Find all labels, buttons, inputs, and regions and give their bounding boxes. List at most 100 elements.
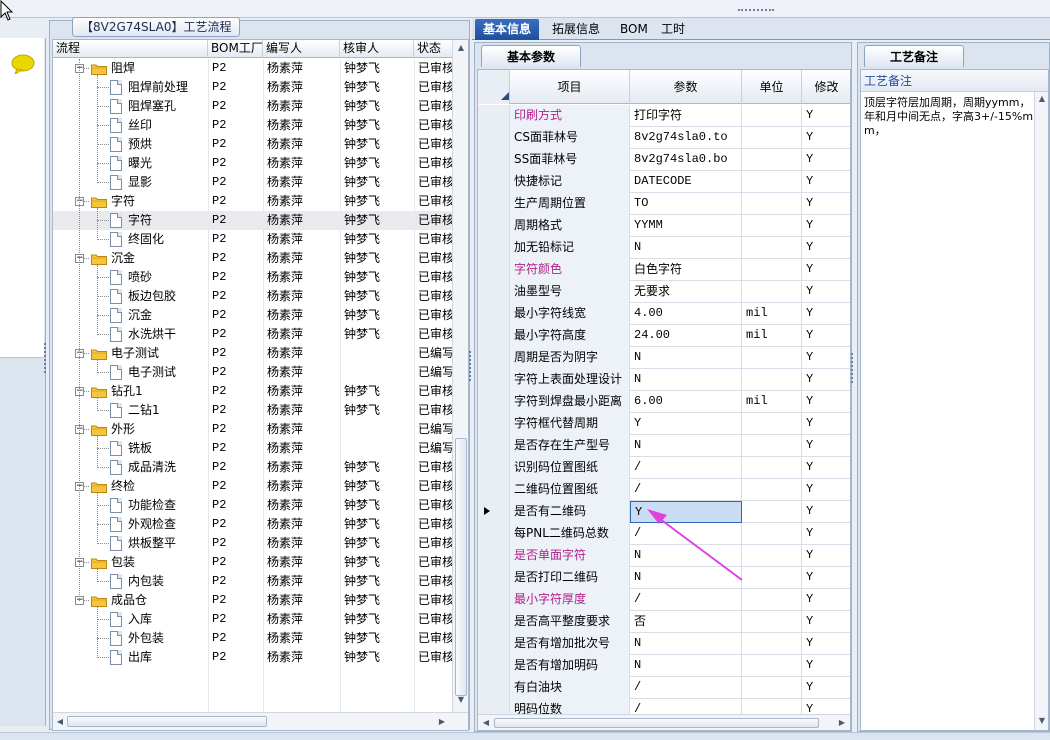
row-indicator[interactable] [478,105,510,127]
param-row[interactable]: 明码位数 / Y [478,699,850,715]
col-header-flow[interactable]: 流程 [53,40,208,58]
param-row[interactable]: 识别码位置图纸 / Y [478,457,850,479]
param-value-cell[interactable]: / [630,677,742,699]
tree-item-row[interactable]: 铣板 P2 杨素萍 已编写 [53,439,453,458]
tab-basic-info[interactable]: 基本信息 [475,19,540,40]
params-splitter-grip[interactable] [851,353,854,383]
tree-item-row[interactable]: 成品清洗 P2 杨素萍 钟梦飞 已审核 [53,458,453,477]
row-indicator[interactable] [478,259,510,281]
param-modify-cell[interactable]: Y [802,347,850,369]
col-header-status[interactable]: 状态 [414,40,453,58]
param-row[interactable]: 加无铅标记 N Y [478,237,850,259]
param-modify-cell[interactable]: Y [802,699,850,715]
col-header-writer[interactable]: 编写人 [263,40,340,58]
tree-item-row[interactable]: 终固化 P2 杨素萍 钟梦飞 已审核 [53,230,453,249]
param-value-cell[interactable]: Y [630,501,742,523]
process-splitter-grip[interactable] [469,351,472,381]
param-value-cell[interactable]: / [630,699,742,715]
tree-item-row[interactable]: 水洗烘干 P2 杨素萍 钟梦飞 已审核 [53,325,453,344]
param-row[interactable]: 有白油块 / Y [478,677,850,699]
param-value-cell[interactable]: N [630,633,742,655]
col-header-bom-factory[interactable]: BOM工厂 [208,40,263,58]
param-unit-cell[interactable] [742,193,802,215]
row-indicator[interactable] [478,171,510,193]
param-value-cell[interactable]: / [630,523,742,545]
scroll-down-arrow-icon[interactable]: ▼ [455,695,467,704]
param-value-cell[interactable]: 打印字符 [630,105,742,127]
param-row[interactable]: 字符框代替周期 Y Y [478,413,850,435]
row-indicator[interactable] [478,567,510,589]
param-value-cell[interactable]: 24.00 [630,325,742,347]
param-row[interactable]: 是否高平整度要求否 Y [478,611,850,633]
param-value-cell[interactable]: 无要求 [630,281,742,303]
row-indicator[interactable] [478,149,510,171]
param-unit-cell[interactable] [742,369,802,391]
param-value-cell[interactable]: N [630,369,742,391]
param-unit-cell[interactable] [742,633,802,655]
scroll-right-arrow-icon[interactable]: ▶ [436,717,448,726]
param-modify-cell[interactable]: Y [802,457,850,479]
param-row[interactable]: 字符上表面处理设计 N Y [478,369,850,391]
tree-item-row[interactable]: 入库 P2 杨素萍 钟梦飞 已审核 [53,610,453,629]
param-modify-cell[interactable]: Y [802,325,850,347]
param-value-cell[interactable]: 8v2g74sla0.to [630,127,742,149]
param-unit-cell[interactable] [742,677,802,699]
param-modify-cell[interactable]: Y [802,303,850,325]
param-modify-cell[interactable]: Y [802,655,850,677]
process-remark-text[interactable]: 顶层字符层加周期，周期yymm，年和月中间无点，字高3+/-15%mm， [864,96,1034,138]
row-indicator[interactable] [478,127,510,149]
tab-process-remark[interactable]: 工艺备注 [864,45,964,67]
row-indicator[interactable] [478,413,510,435]
param-modify-cell[interactable]: Y [802,501,850,523]
param-value-cell[interactable]: 白色字符 [630,259,742,281]
row-indicator[interactable] [478,303,510,325]
param-unit-cell[interactable]: mil [742,303,802,325]
param-modify-cell[interactable]: Y [802,677,850,699]
tab-extended-info[interactable]: 拓展信息 [544,19,608,40]
top-splitter-grip[interactable] [738,9,774,13]
tree-item-row[interactable]: 显影 P2 杨素萍 钟梦飞 已审核 [53,173,453,192]
col-header-reviewer[interactable]: 核审人 [340,40,414,58]
row-indicator[interactable] [478,699,510,715]
param-modify-cell[interactable]: Y [802,611,850,633]
param-value-cell[interactable]: / [630,589,742,611]
param-modify-cell[interactable]: Y [802,567,850,589]
param-modify-cell[interactable]: Y [802,127,850,149]
param-value-cell[interactable]: Y [630,413,742,435]
process-horizontal-scrollbar[interactable]: ◀ ▶ [53,712,468,730]
params-horizontal-scroll-thumb[interactable] [494,718,819,728]
row-indicator[interactable] [478,215,510,237]
param-row[interactable]: 最小字符厚度 / Y [478,589,850,611]
tree-item-row[interactable]: 阻焊塞孔 P2 杨素萍 钟梦飞 已审核 [53,97,453,116]
param-value-cell[interactable]: 8v2g74sla0.bo [630,149,742,171]
param-modify-cell[interactable]: Y [802,281,850,303]
row-indicator[interactable] [478,347,510,369]
param-row[interactable]: 是否有二维码 Y Y [478,501,850,523]
param-row[interactable]: 是否单面字符 N Y [478,545,850,567]
scroll-down-arrow-icon[interactable]: ▼ [1036,716,1048,725]
row-indicator[interactable] [478,589,510,611]
param-value-cell[interactable]: N [630,655,742,677]
param-unit-cell[interactable] [742,347,802,369]
row-indicator[interactable] [478,611,510,633]
row-indicator[interactable] [478,677,510,699]
param-unit-cell[interactable] [742,237,802,259]
param-row[interactable]: 字符到焊盘最小距离 6.00 mil Y [478,391,850,413]
param-modify-cell[interactable]: Y [802,215,850,237]
row-indicator[interactable] [478,457,510,479]
row-indicator[interactable] [478,369,510,391]
param-value-cell[interactable]: N [630,237,742,259]
row-indicator[interactable] [478,193,510,215]
tree-group-row[interactable]: − 钻孔1 P2 杨素萍 钟梦飞 已审核 [53,382,453,401]
param-value-cell[interactable]: N [630,347,742,369]
grid-corner-cell[interactable] [478,70,510,104]
param-modify-cell[interactable]: Y [802,149,850,171]
tree-group-row[interactable]: − 阻焊 P2 杨素萍 钟梦飞 已审核 [53,59,453,78]
param-row[interactable]: 字符颜色 白色字符 Y [478,259,850,281]
param-unit-cell[interactable] [742,501,802,523]
tree-group-row[interactable]: − 沉金 P2 杨素萍 钟梦飞 已审核 [53,249,453,268]
param-modify-cell[interactable]: Y [802,413,850,435]
row-indicator[interactable] [478,523,510,545]
param-unit-cell[interactable]: mil [742,391,802,413]
tree-item-row[interactable]: 板边包胶 P2 杨素萍 钟梦飞 已审核 [53,287,453,306]
